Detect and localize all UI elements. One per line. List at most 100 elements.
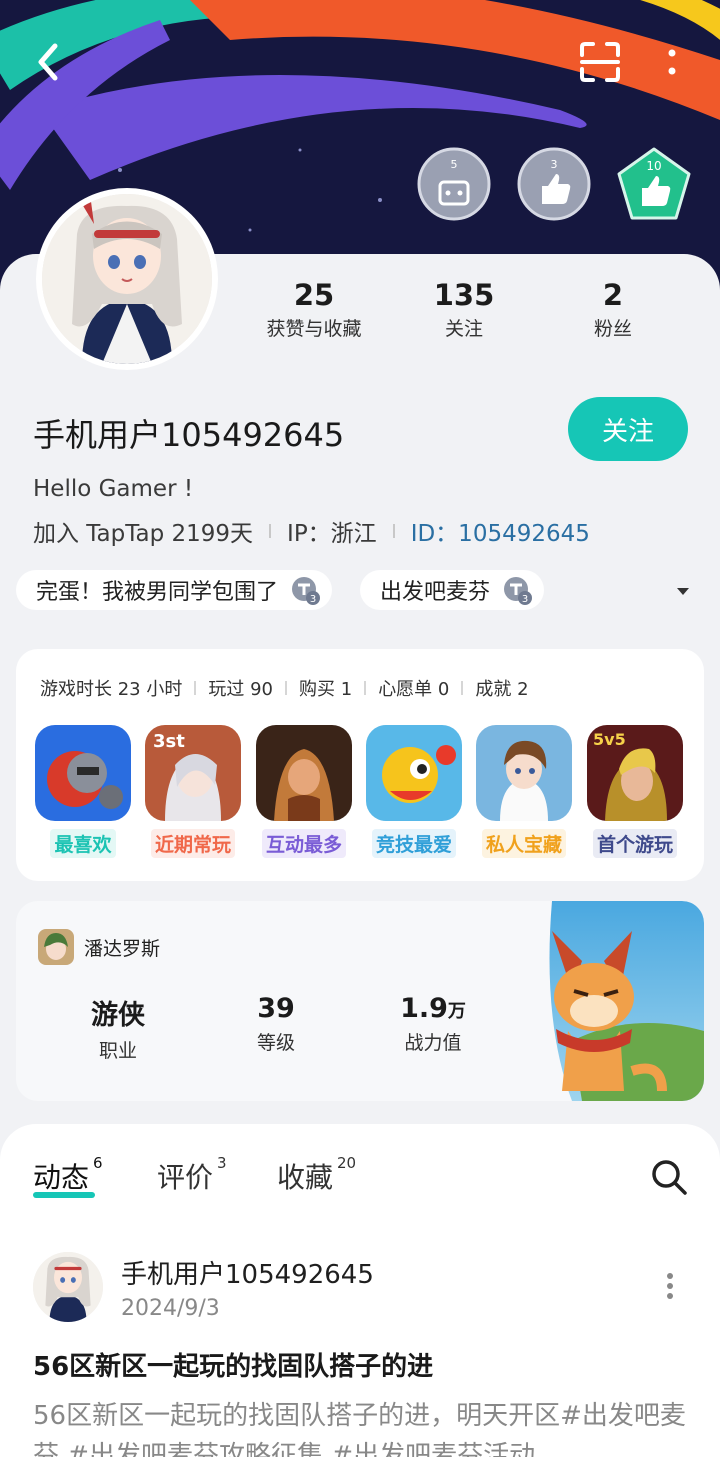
post-author-name[interactable]: 手机用户105492645 bbox=[121, 1254, 374, 1291]
svg-text:3: 3 bbox=[310, 594, 316, 605]
character-art bbox=[549, 901, 704, 1101]
character-class: 游侠 职业 bbox=[53, 993, 183, 1063]
divider bbox=[364, 681, 367, 695]
post-author-avatar[interactable] bbox=[33, 1252, 103, 1322]
character-game: 潘达罗斯 bbox=[38, 929, 160, 965]
character-stat-label: 战力值 bbox=[404, 1032, 462, 1054]
feed-section: 动态 6 评价 3 收藏 20 手机用户105492645 2024/9/3 56区新… bbox=[0, 1124, 720, 1457]
gamepad-badge-icon: 5 bbox=[417, 147, 491, 221]
wishlist-count: 心愿单 0 bbox=[378, 679, 450, 700]
character-stat-label: 职业 bbox=[98, 1040, 137, 1062]
character-stat-label: 等级 bbox=[256, 1032, 295, 1054]
badge-thumbs-up[interactable]: 3 bbox=[516, 146, 592, 222]
svg-text:5v5: 5v5 bbox=[593, 730, 626, 749]
scan-button[interactable] bbox=[574, 36, 626, 88]
game-icon bbox=[35, 725, 131, 821]
username: 手机用户105492645 bbox=[33, 416, 345, 454]
tab-favorites[interactable]: 收藏 20 bbox=[277, 1154, 356, 1196]
level-3-icon: 3 bbox=[504, 577, 533, 605]
game-interactive[interactable]: 互动最多 bbox=[256, 725, 352, 858]
achievements-count: 成就 2 bbox=[475, 679, 529, 700]
bio: Hello Gamer ! bbox=[33, 476, 194, 502]
game-label: 互动最多 bbox=[261, 829, 346, 858]
thumbs-up-badge-icon: 3 bbox=[517, 147, 591, 221]
tag-label: 出发吧麦芬 bbox=[380, 580, 491, 605]
games-stats: 游戏时长 23 小时 玩过 90 购买 1 心愿单 0 成就 2 bbox=[40, 675, 529, 701]
game-label: 首个游玩 bbox=[592, 829, 677, 858]
game-treasure[interactable]: 私人宝藏 bbox=[476, 725, 572, 858]
divider bbox=[285, 681, 287, 695]
stat-following[interactable]: 135 关注 bbox=[394, 278, 534, 341]
game-label: 最喜欢 bbox=[50, 829, 116, 858]
purchased-count: 购买 1 bbox=[299, 679, 353, 700]
tag-label: 完蛋！我被男同学包围了 bbox=[36, 580, 279, 605]
game-icon bbox=[256, 725, 352, 821]
back-button[interactable] bbox=[22, 36, 74, 88]
search-icon[interactable] bbox=[650, 1158, 688, 1196]
thumbs-up-green-badge-icon: 10 bbox=[617, 147, 691, 220]
post-title[interactable]: 56区新区一起玩的找固队搭子的进 bbox=[33, 1346, 433, 1383]
stat-likes[interactable]: 25 获赞与收藏 bbox=[244, 278, 384, 341]
character-card[interactable]: 潘达罗斯 游侠 职业 39 等级 1.9万 战力值 bbox=[16, 901, 704, 1101]
tab-reviews[interactable]: 评价 3 bbox=[157, 1154, 227, 1196]
user-id[interactable]: ID：105492645 bbox=[411, 514, 590, 548]
play-time: 游戏时长 23 小时 bbox=[40, 679, 183, 700]
svg-text:10: 10 bbox=[646, 159, 661, 173]
avatar-image bbox=[42, 194, 212, 364]
active-tab-indicator bbox=[33, 1192, 95, 1198]
tab-posts[interactable]: 动态 6 bbox=[33, 1154, 103, 1196]
game-label: 近期常玩 bbox=[150, 829, 235, 858]
game-label: 私人宝藏 bbox=[481, 829, 566, 858]
game-recent[interactable]: 3st 近期常玩 bbox=[145, 725, 241, 858]
stat-label: 获赞与收藏 bbox=[266, 318, 362, 340]
game-icon: 5v5 bbox=[587, 725, 683, 821]
join-days: 加入 TapTap 2199天 bbox=[33, 521, 254, 547]
scan-icon bbox=[580, 42, 620, 82]
game-favorite[interactable]: 最喜欢 bbox=[35, 725, 131, 858]
svg-text:5: 5 bbox=[451, 158, 458, 171]
stat-followers[interactable]: 2 粉丝 bbox=[543, 278, 683, 341]
svg-text:3: 3 bbox=[522, 594, 528, 605]
game-icon bbox=[476, 725, 572, 821]
game-icon bbox=[38, 929, 74, 965]
stat-value: 135 bbox=[433, 278, 495, 312]
stat-value: 2 bbox=[602, 278, 624, 312]
character-stat-value: 1.9万 bbox=[400, 993, 466, 1024]
divider bbox=[269, 524, 272, 538]
games-card[interactable]: 游戏时长 23 小时 玩过 90 购买 1 心愿单 0 成就 2 最喜欢 3st… bbox=[16, 649, 704, 881]
character-power: 1.9万 战力值 bbox=[368, 993, 498, 1055]
character-stat-value: 39 bbox=[257, 993, 295, 1024]
tags-expand-button[interactable] bbox=[672, 584, 694, 598]
divider bbox=[392, 524, 395, 538]
svg-text:3st: 3st bbox=[153, 731, 185, 752]
avatar[interactable] bbox=[36, 188, 218, 370]
level-3-icon: 3 bbox=[292, 577, 321, 605]
character-stat-value: 游侠 bbox=[91, 1000, 145, 1031]
game-competitive[interactable]: 竞技最爱 bbox=[366, 725, 462, 858]
badge-thumbs-up-green[interactable]: 10 bbox=[616, 146, 692, 222]
chevron-left-icon bbox=[38, 43, 58, 81]
ip-location: IP：浙江 bbox=[287, 521, 377, 547]
game-tag[interactable]: 出发吧麦芬 3 bbox=[360, 570, 545, 610]
svg-text:3: 3 bbox=[551, 158, 558, 171]
caret-down-icon bbox=[677, 588, 689, 595]
stat-label: 关注 bbox=[444, 318, 483, 340]
stat-label: 粉丝 bbox=[593, 318, 632, 340]
played-count: 玩过 90 bbox=[208, 679, 273, 700]
game-tag[interactable]: 完蛋！我被男同学包围了 3 bbox=[16, 570, 333, 610]
game-icon: 3st bbox=[145, 725, 241, 821]
game-first[interactable]: 5v5 首个游玩 bbox=[587, 725, 683, 858]
follow-button[interactable]: 关注 bbox=[568, 397, 688, 461]
character-level: 39 等级 bbox=[211, 993, 341, 1055]
character-game-name: 潘达罗斯 bbox=[84, 937, 161, 960]
divider bbox=[461, 681, 464, 695]
more-vertical-icon[interactable] bbox=[654, 1270, 686, 1302]
more-button[interactable] bbox=[650, 36, 694, 88]
profile-meta: 加入 TapTap 2199天 IP：浙江 ID：105492645 bbox=[33, 514, 590, 548]
badge-gamepad[interactable]: 5 bbox=[416, 146, 492, 222]
post-body[interactable]: 56区新区一起玩的找固队搭子的进，明天开区#出发吧麦芬 #出发吧麦芬攻略征集 #… bbox=[33, 1396, 693, 1457]
more-vertical-icon bbox=[668, 49, 676, 75]
game-icon bbox=[366, 725, 462, 821]
divider bbox=[194, 681, 197, 695]
post-date: 2024/9/3 bbox=[121, 1296, 220, 1321]
